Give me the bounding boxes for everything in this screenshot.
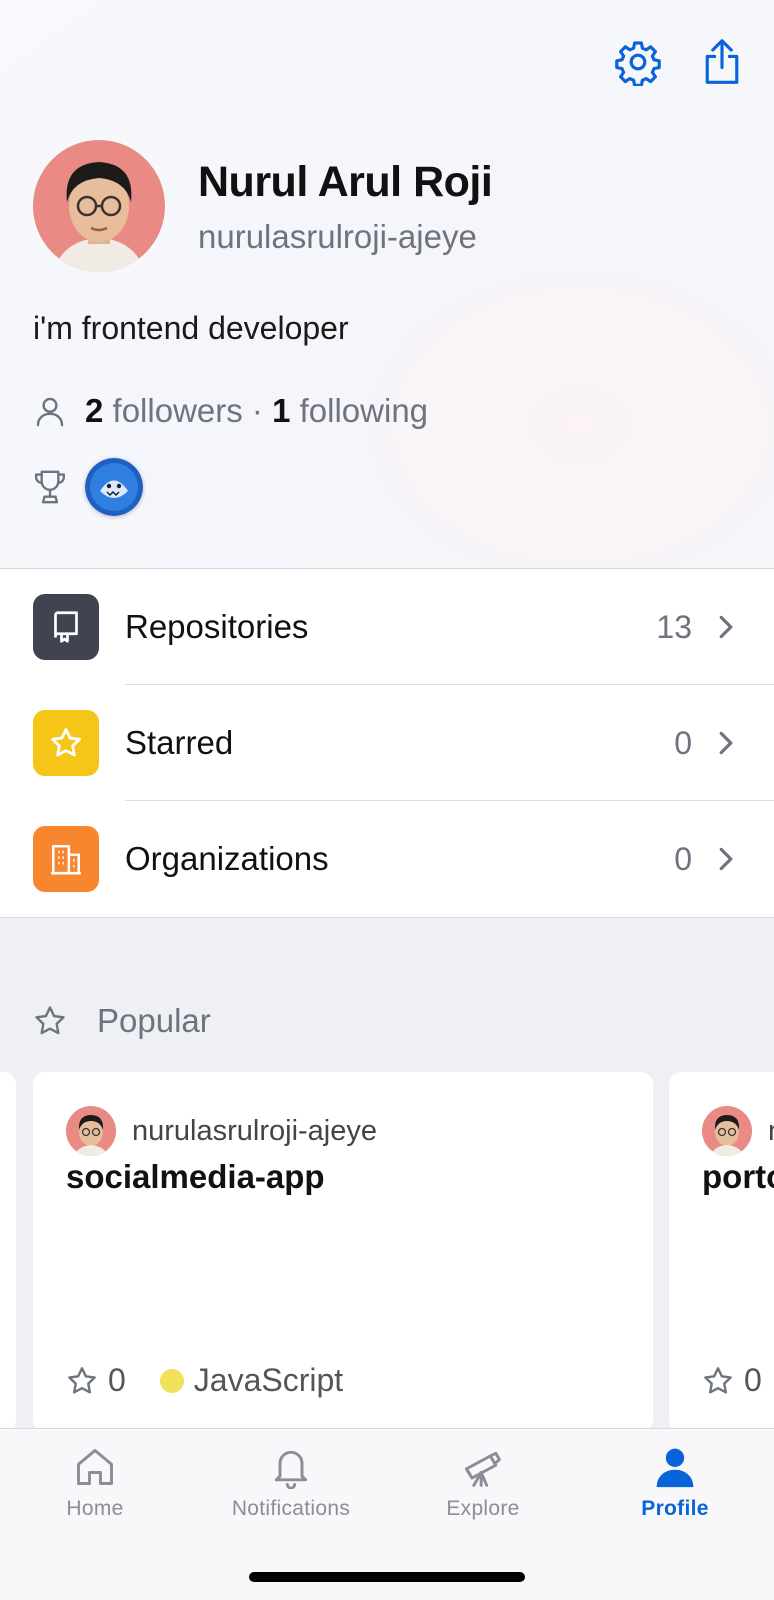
repo-tile bbox=[33, 594, 99, 660]
profile-username: nurulasrulroji-ajeye bbox=[198, 218, 477, 255]
follow-stats[interactable]: 2 followers · 1 following bbox=[33, 392, 428, 430]
profile-avatar bbox=[33, 140, 165, 272]
repo-meta: 0 JavaScript bbox=[66, 1362, 343, 1399]
menu-item-starred[interactable]: Starred 0 bbox=[0, 685, 774, 801]
previous-card-edge[interactable] bbox=[0, 1072, 16, 1432]
repo-star-count: 0 bbox=[108, 1362, 126, 1398]
person-icon bbox=[36, 397, 64, 427]
repo-card-porto[interactable]: n porto 0 bbox=[669, 1072, 774, 1432]
tab-label-profile: Profile bbox=[641, 1497, 709, 1520]
chevron-right-icon bbox=[719, 615, 733, 639]
achievement-badge[interactable] bbox=[85, 458, 143, 516]
star-outline-icon bbox=[35, 1006, 65, 1035]
home-indicator[interactable] bbox=[249, 1572, 525, 1582]
telescope-icon bbox=[465, 1451, 501, 1487]
share-button[interactable] bbox=[698, 38, 746, 86]
menu-label-repositories: Repositories bbox=[125, 608, 309, 645]
followers-count: 2 bbox=[85, 392, 104, 429]
organization-icon bbox=[51, 844, 81, 875]
menu-count-starred: 0 bbox=[674, 724, 692, 761]
repo-icon bbox=[54, 611, 78, 643]
popular-heading: Popular bbox=[33, 1002, 211, 1040]
menu-label-starred: Starred bbox=[125, 724, 234, 761]
owner-avatar bbox=[702, 1106, 752, 1156]
star-outline-icon bbox=[704, 1366, 732, 1394]
following-label: following bbox=[299, 392, 429, 429]
star-outline-icon bbox=[68, 1366, 96, 1394]
tab-home[interactable]: Home bbox=[0, 1445, 190, 1521]
owner-avatar bbox=[66, 1106, 116, 1156]
menu-label-organizations: Organizations bbox=[125, 840, 329, 877]
menu-count-organizations: 0 bbox=[674, 840, 692, 877]
chevron-right-icon bbox=[719, 731, 733, 755]
repo-card-socialmedia-app[interactable]: nurulasrulroji-ajeye 0 JavaScript bbox=[33, 1072, 653, 1432]
popular-title: Popular bbox=[97, 1002, 211, 1039]
home-icon bbox=[77, 1449, 113, 1485]
top-toolbar bbox=[614, 38, 746, 86]
org-tile bbox=[33, 826, 99, 892]
following-count: 1 bbox=[272, 392, 291, 429]
menu-item-organizations[interactable]: Organizations 0 bbox=[0, 801, 774, 917]
followers-label: followers bbox=[112, 392, 243, 429]
starred-tile bbox=[33, 710, 99, 776]
owner-name: n bbox=[768, 1115, 774, 1148]
star-icon bbox=[51, 728, 81, 757]
settings-button[interactable] bbox=[614, 38, 662, 86]
repo-meta: 0 bbox=[702, 1362, 762, 1399]
owner-name: nurulasrulroji-ajeye bbox=[132, 1114, 377, 1147]
profile-name: Nurul Arul Roji bbox=[198, 158, 493, 206]
trophy-icon bbox=[34, 470, 66, 504]
repo-owner: n bbox=[702, 1106, 774, 1156]
stats-separator: · bbox=[251, 392, 263, 429]
menu-count-repositories: 13 bbox=[656, 608, 692, 645]
repo-language: JavaScript bbox=[193, 1362, 344, 1398]
person-icon bbox=[656, 1448, 694, 1488]
share-icon bbox=[705, 39, 739, 84]
achievements-row bbox=[33, 458, 143, 516]
chevron-right-icon bbox=[719, 847, 733, 871]
bell-icon bbox=[274, 1450, 308, 1489]
repo-owner: nurulasrulroji-ajeye bbox=[66, 1106, 377, 1156]
tab-label-explore: Explore bbox=[446, 1497, 520, 1520]
repo-star-count: 0 bbox=[744, 1362, 762, 1398]
repo-name: socialmedia-app bbox=[66, 1158, 325, 1195]
tab-notifications[interactable]: Notifications bbox=[196, 1445, 386, 1521]
repo-name: porto bbox=[702, 1158, 774, 1195]
gear-icon bbox=[615, 41, 661, 86]
tab-label-home: Home bbox=[66, 1497, 124, 1520]
profile-bio: i'm frontend developer bbox=[33, 310, 349, 346]
profile-menu: Repositories 13 Starred 0 Organizations … bbox=[0, 568, 774, 918]
menu-item-repositories[interactable]: Repositories 13 bbox=[0, 569, 774, 685]
tab-profile[interactable]: Profile bbox=[580, 1445, 770, 1521]
tab-explore[interactable]: Explore bbox=[388, 1445, 578, 1521]
language-dot bbox=[159, 1368, 184, 1393]
tab-label-notifications: Notifications bbox=[231, 1497, 351, 1520]
